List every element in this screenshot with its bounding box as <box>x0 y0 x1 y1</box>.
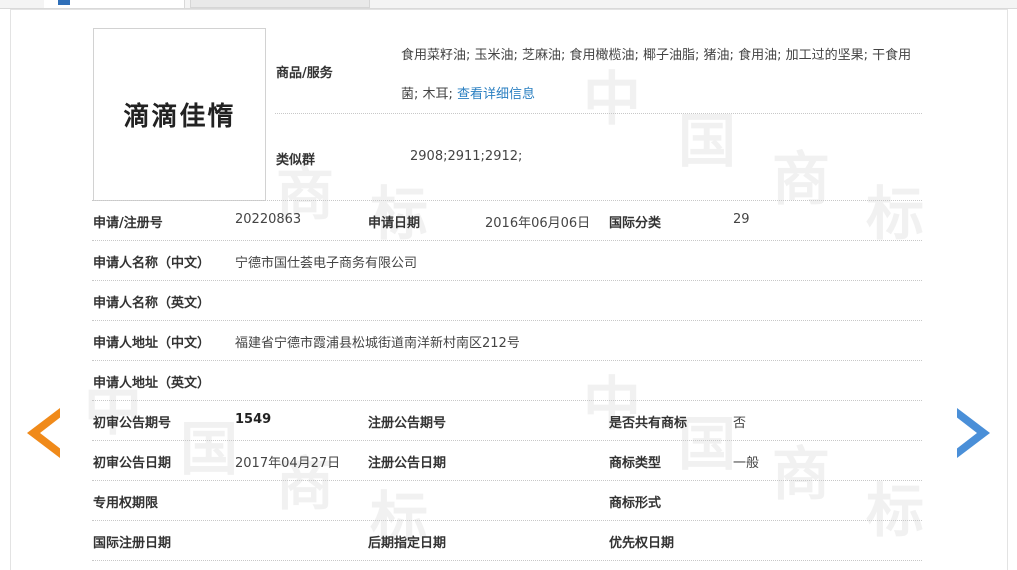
divider <box>92 440 922 441</box>
intl-class-value: 29 <box>733 212 750 227</box>
goods-more-link[interactable]: 查看详细信息 <box>457 87 535 102</box>
divider <box>92 200 922 201</box>
mark-type-value: 一般 <box>733 456 760 471</box>
mark-form-label: 商标形式 <box>609 496 662 511</box>
divider <box>92 320 922 321</box>
goods-value: 食用菜籽油; 玉米油; 芝麻油; 食用橄榄油; 椰子油脂; 猪油; 食用油; 加… <box>401 36 921 114</box>
tab-active[interactable] <box>44 0 185 8</box>
divider <box>92 360 922 361</box>
intl-class-label: 国际分类 <box>609 216 662 231</box>
divider <box>92 280 922 281</box>
prelim-no-label: 初审公告期号 <box>93 416 172 431</box>
similar-group-value: 2908;2911;2912; <box>410 149 523 164</box>
address-en-label: 申请人地址（英文） <box>93 376 211 391</box>
applicant-cn-label: 申请人名称（中文） <box>93 256 211 271</box>
divider <box>92 560 922 561</box>
divider <box>92 480 922 481</box>
chevron-right-icon[interactable] <box>955 408 990 458</box>
reg-no-value: 20220863 <box>235 212 302 227</box>
apply-date-value: 2016年06月06日 <box>485 216 591 231</box>
divider <box>92 240 922 241</box>
trademark-image[interactable]: 滴滴佳惰 <box>93 28 266 201</box>
trademark-logo-text: 滴滴佳惰 <box>123 102 236 132</box>
address-cn-value: 福建省宁德市霞浦县松城街道南洋新村南区212号 <box>235 336 520 351</box>
reg-no-label: 申请/注册号 <box>93 216 163 231</box>
intl-reg-date-label: 国际注册日期 <box>93 536 172 551</box>
tab-inactive[interactable] <box>190 0 370 8</box>
prelim-date-value: 2017年04月27日 <box>235 456 341 471</box>
reg-notice-no-label: 注册公告期号 <box>368 416 447 431</box>
shared-label: 是否共有商标 <box>609 416 688 431</box>
divider <box>275 113 922 114</box>
shared-value: 否 <box>733 416 747 431</box>
tab-icon <box>58 0 70 5</box>
later-designation-label: 后期指定日期 <box>368 536 447 551</box>
chevron-left-icon[interactable] <box>27 408 62 458</box>
apply-date-label: 申请日期 <box>368 216 421 231</box>
applicant-cn-value: 宁德市国仕荟电子商务有限公司 <box>235 256 418 271</box>
priority-date-label: 优先权日期 <box>609 536 675 551</box>
prelim-no-value: 1549 <box>235 412 272 427</box>
goods-label: 商品/服务 <box>276 66 333 81</box>
address-cn-label: 申请人地址（中文） <box>93 336 211 351</box>
exclusive-label: 专用权期限 <box>93 496 159 511</box>
divider <box>92 400 922 401</box>
mark-type-label: 商标类型 <box>609 456 662 471</box>
applicant-en-label: 申请人名称（英文） <box>93 296 211 311</box>
reg-notice-date-label: 注册公告日期 <box>368 456 447 471</box>
prelim-date-label: 初审公告日期 <box>93 456 172 471</box>
divider <box>92 520 922 521</box>
similar-group-label: 类似群 <box>276 153 316 168</box>
